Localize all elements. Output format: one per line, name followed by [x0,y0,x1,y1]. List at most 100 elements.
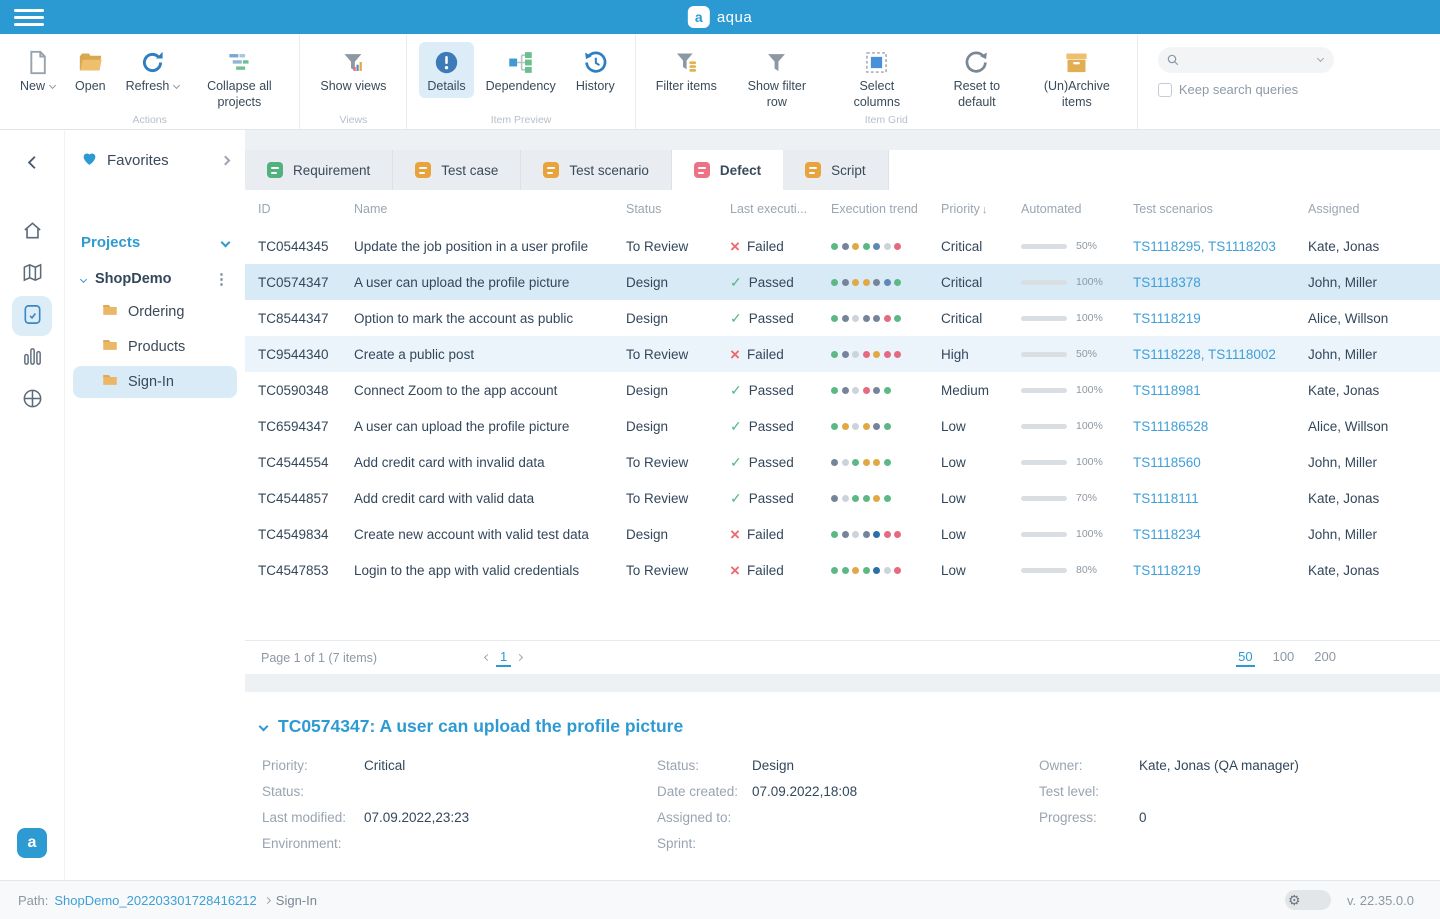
next-page-icon[interactable] [516,654,523,661]
favorites-expand-icon[interactable] [221,155,231,165]
column-header-test-scenarios[interactable]: Test scenarios [1127,202,1302,216]
tree-node-shopdemo[interactable]: ShopDemo ⋮ [73,265,237,293]
tree-node-products[interactable]: Products [73,331,237,363]
progress-bar [1021,496,1067,501]
trend-dot [894,531,901,538]
cell-test-scenarios-link[interactable]: TS1118295, TS1118203 [1127,239,1302,254]
tree-node-sign-in[interactable]: Sign-In [73,366,237,398]
keep-search-queries-option[interactable]: Keep search queries [1158,82,1334,97]
table-row[interactable]: TC4547853Login to the app with valid cre… [245,552,1440,588]
tab-requirement[interactable]: Requirement [245,150,393,190]
un-archive-items-button[interactable]: (Un)Archive items [1029,42,1125,113]
cell-test-scenarios-link[interactable]: TS1118111 [1127,491,1302,506]
tab-test-scenario[interactable]: Test scenario [521,150,672,190]
open-button[interactable]: Open [67,42,114,113]
column-header-priority[interactable]: Priority↓ [935,202,1015,216]
cell-test-scenarios-link[interactable]: TS1118234 [1127,527,1302,542]
trend-dot [873,315,880,322]
column-header-last-executi[interactable]: Last executi... [724,202,825,216]
dependency-button[interactable]: Dependency [478,42,564,98]
refresh-button[interactable]: Refresh [118,42,188,113]
tree-expand-icon[interactable] [80,275,87,282]
pagination-summary: Page 1 of 1 (7 items) [261,651,377,665]
show-filter-row-button[interactable]: Show filter row [729,42,825,113]
new-button[interactable]: New [12,42,63,113]
detail-collapse-icon[interactable] [259,722,269,732]
favorites-section[interactable]: Favorites [65,142,245,178]
column-header-execution-trend[interactable]: Execution trend [825,202,935,216]
defect-icon [694,162,710,178]
page-size-200[interactable]: 200 [1312,648,1338,667]
details-button[interactable]: Details [419,42,473,98]
column-header-name[interactable]: Name [348,202,620,216]
tab-test-case[interactable]: Test case [393,150,521,190]
projects-collapse-icon[interactable] [221,238,231,248]
table-row[interactable]: TC4544554Add credit card with invalid da… [245,444,1440,480]
rail-item-test-items[interactable] [12,296,52,336]
search-input[interactable] [1158,47,1334,73]
column-header-status[interactable]: Status [620,202,724,216]
progress-bar [1021,388,1067,393]
table-row[interactable]: TC4544857Add credit card with valid data… [245,480,1440,516]
failed-x-icon: × [730,238,740,255]
checkbox-icon[interactable] [1158,83,1172,97]
cell-test-scenarios-link[interactable]: TS1118219 [1127,563,1302,578]
history-button[interactable]: History [568,42,623,98]
rail-item-modules[interactable] [12,380,52,420]
cell-id: TC4547853 [245,563,348,578]
trend-dot [863,387,870,394]
table-row[interactable]: TC0544345Update the job position in a us… [245,228,1440,264]
tree-node-ordering[interactable]: Ordering [73,296,237,328]
select-columns-button[interactable]: Select columns [829,42,925,113]
settings-toggle[interactable]: ⚙ [1285,890,1331,910]
folder-icon [101,336,119,358]
reset-to-default-button[interactable]: Reset to default [929,42,1025,113]
cell-priority: Low [935,527,1015,542]
table-row[interactable]: TC4549834Create new account with valid t… [245,516,1440,552]
select-columns-icon [863,47,890,77]
page-size-100[interactable]: 100 [1271,648,1297,667]
filter-items-button[interactable]: Filter items [648,42,725,113]
cell-test-scenarios-link[interactable]: TS11186528 [1127,419,1302,434]
kebab-menu-icon[interactable]: ⋮ [214,272,229,287]
table-empty-space [245,588,1440,640]
tab-script[interactable]: Script [783,150,889,190]
trend-dot [831,279,838,286]
cell-test-scenarios-link[interactable]: TS1118378 [1127,275,1302,290]
column-header-id[interactable]: ID [245,202,348,216]
table-row[interactable]: TC0590348Connect Zoom to the app account… [245,372,1440,408]
collapse-all-projects-button[interactable]: Collapse all projects [191,42,287,113]
table-row[interactable]: TC0574347A user can upload the profile p… [245,264,1440,300]
cell-test-scenarios-link[interactable]: TS1118981 [1127,383,1302,398]
prev-page-icon[interactable] [484,654,491,661]
page-size-options: 50 100 200 [1236,648,1338,667]
rail-item-home[interactable] [12,212,52,252]
table-row[interactable]: TC8544347Option to mark the account as p… [245,300,1440,336]
rail-item-reports[interactable] [12,338,52,378]
rail-item-collapse-panel[interactable] [12,144,52,184]
page-size-50[interactable]: 50 [1236,648,1254,667]
path-project-link[interactable]: ShopDemo_202203301728416212 [54,893,256,908]
cell-test-scenarios-link[interactable]: TS1118228, TS1118002 [1127,347,1302,362]
column-header-automated[interactable]: Automated [1015,202,1127,216]
detail-field: Test level: [1039,783,1426,800]
table-row[interactable]: TC9544340Create a public postTo Review×F… [245,336,1440,372]
cell-test-scenarios-link[interactable]: TS1118219 [1127,311,1302,326]
tab-defect[interactable]: Defect [672,150,783,190]
cell-status: To Review [620,455,724,470]
test-scenario-icon [543,162,559,178]
detail-panel: TC0574347: A user can upload the profile… [245,692,1440,880]
cell-execution-trend [825,459,935,466]
cell-assigned: John, Miller [1302,275,1440,290]
table-row[interactable]: TC6594347A user can upload the profile p… [245,408,1440,444]
dependency-label: Dependency [486,79,556,95]
column-header-assigned[interactable]: Assigned [1302,202,1440,216]
detail-field-label: Status: [262,783,364,800]
projects-section-header[interactable]: Projects [65,226,245,259]
cell-test-scenarios-link[interactable]: TS1118560 [1127,455,1302,470]
search-box [1158,47,1334,73]
show-views-button[interactable]: Show views [312,42,394,98]
rail-item-map[interactable] [12,254,52,294]
page-number[interactable]: 1 [496,648,511,667]
hamburger-menu-icon[interactable] [14,9,44,26]
